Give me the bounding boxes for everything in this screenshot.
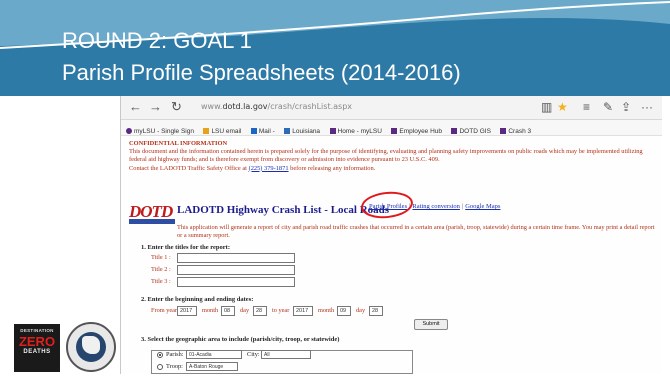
to-year-input[interactable]: 2017 xyxy=(293,306,313,316)
parish-select[interactable]: 01-Acadia xyxy=(186,350,242,359)
favorite-star-icon[interactable]: ★ xyxy=(557,100,568,114)
url-prefix: www. xyxy=(201,102,223,111)
to-day-input[interactable]: 28 xyxy=(369,306,383,316)
refresh-icon[interactable]: ↻ xyxy=(171,99,182,115)
from-year-label: From year xyxy=(151,307,178,314)
slide-title: ROUND 2: GOAL 1 xyxy=(62,28,252,53)
parish-radio[interactable] xyxy=(157,352,163,358)
from-day-input[interactable]: 28 xyxy=(253,306,267,316)
section-dates-heading: 2. Enter the beginning and ending dates: xyxy=(141,296,254,303)
more-icon[interactable]: ··· xyxy=(641,100,653,114)
favorite-label: myLSU - Single Sign xyxy=(134,128,194,135)
favorite-label: LSU email xyxy=(211,128,242,135)
louisiana-icon xyxy=(284,128,291,135)
favorite-item[interactable]: Crash 3 xyxy=(500,124,532,135)
lsu-icon xyxy=(500,128,507,135)
from-day-label: day xyxy=(240,307,250,314)
to-month-input[interactable]: 09 xyxy=(337,306,351,316)
section-area-heading: 3. Select the geographic area to include… xyxy=(141,336,340,343)
address-bar[interactable]: www.dotd.la.gov/crash/crashList.aspx xyxy=(201,102,352,111)
slide-subtitle: Parish Profile Spreadsheets (2014-2016) xyxy=(62,60,461,85)
browser-screenshot: ← → ↻ www.dotd.la.gov/crash/crashList.as… xyxy=(120,96,662,374)
zero-logo-top-text: DESTINATION xyxy=(20,328,54,333)
favorite-item[interactable]: myLSU - Single Sign xyxy=(126,124,194,135)
notes-icon[interactable]: ✎ xyxy=(603,100,613,114)
link-separator: | xyxy=(461,203,464,210)
favorite-item[interactable]: Employee Hub xyxy=(391,124,443,135)
troop-select[interactable]: A-Baton Rouge xyxy=(186,362,238,371)
favorite-item[interactable]: Home - myLSU xyxy=(329,124,382,135)
dotd-logo: DOTD xyxy=(129,202,175,224)
contact-suffix: before releasing any information. xyxy=(290,164,376,172)
zero-logo-bottom-text: DEATHS xyxy=(23,349,51,355)
to-month-label: month xyxy=(318,307,335,314)
favorite-label: Employee Hub xyxy=(399,128,443,135)
lsu-icon xyxy=(329,128,336,135)
confidential-heading: CONFIDENTIAL INFORMATION xyxy=(129,140,228,147)
share-icon[interactable]: ⇪ xyxy=(621,100,631,114)
contact-prefix: Contact the LADOTD Traffic Safety Office… xyxy=(129,164,247,172)
mail-icon xyxy=(250,128,257,135)
title-1-input[interactable] xyxy=(177,253,295,263)
presentation-slide: ROUND 2: GOAL 1 Parish Profile Spreadshe… xyxy=(0,0,670,382)
louisiana-highway-safety-seal xyxy=(66,322,116,372)
louisiana-state-icon xyxy=(82,336,100,354)
favorite-label: Louisiana xyxy=(292,128,321,135)
app-description: This application will generate a report … xyxy=(177,224,655,239)
google-maps-link[interactable]: Google Maps xyxy=(465,203,500,210)
url-path: /crash/crashList.aspx xyxy=(267,102,353,111)
section-titles-heading: 1. Enter the titles for the report: xyxy=(141,244,230,251)
title-1-label: Title 1 : xyxy=(151,254,171,261)
favorite-item[interactable]: DOTD GIS xyxy=(451,124,491,135)
troop-label: Troop: xyxy=(166,363,183,370)
url-domain: dotd.la.gov xyxy=(222,102,268,111)
destination-zero-deaths-logo: DESTINATION ZERO DEATHS xyxy=(14,324,60,372)
title-2-label: Title 2 : xyxy=(151,266,171,273)
title-3-label: Title 3 : xyxy=(151,278,171,285)
favorite-item[interactable]: Louisiana xyxy=(284,124,321,135)
title-3-input[interactable] xyxy=(177,277,295,287)
confidential-notice: CONFIDENTIAL INFORMATION This document a… xyxy=(129,140,657,173)
city-label: City: xyxy=(247,351,260,358)
page-heading: LADOTD Highway Crash List - Local Roads xyxy=(177,204,390,216)
from-year-input[interactable]: 2017 xyxy=(177,306,197,316)
favorites-bar: myLSU - Single Sign LSU email Mail - Lou… xyxy=(121,120,662,136)
rating-conversion-link[interactable]: Rating conversion xyxy=(412,203,459,210)
forward-arrow-icon[interactable]: → xyxy=(149,99,162,114)
favorite-label: Mail - xyxy=(258,128,275,135)
title-2-input[interactable] xyxy=(177,265,295,275)
lsu-icon xyxy=(126,128,132,135)
dotd-logo-bar xyxy=(129,219,175,224)
from-month-input[interactable]: 08 xyxy=(221,306,235,316)
to-day-label: day xyxy=(356,307,366,314)
from-month-label: month xyxy=(202,307,219,314)
reading-view-icon[interactable]: ▥ xyxy=(541,100,552,114)
phone-link[interactable]: (225) 379-1871 xyxy=(249,165,289,172)
lsu-icon xyxy=(391,128,398,135)
confidential-text: This document and the information contai… xyxy=(129,148,643,164)
favorite-item[interactable]: Mail - xyxy=(250,124,275,135)
browser-toolbar: ← → ↻ www.dotd.la.gov/crash/crashList.as… xyxy=(121,96,662,120)
to-year-label: to year xyxy=(272,307,290,314)
troop-radio[interactable] xyxy=(157,364,163,370)
footer-logos: DESTINATION ZERO DEATHS xyxy=(14,322,120,378)
city-select[interactable]: All xyxy=(261,350,311,359)
lsu-icon xyxy=(451,128,458,135)
hub-icon[interactable]: ≡ xyxy=(583,100,590,114)
back-arrow-icon[interactable]: ← xyxy=(129,99,142,114)
favorite-label: Crash 3 xyxy=(508,128,532,135)
zero-logo-main-text: ZERO xyxy=(18,334,56,349)
lsu-icon xyxy=(203,128,210,135)
favorite-label: DOTD GIS xyxy=(459,128,491,135)
favorite-item[interactable]: LSU email xyxy=(203,124,242,135)
favorite-label: Home - myLSU xyxy=(337,128,382,135)
submit-button[interactable]: Submit xyxy=(414,319,448,330)
confidential-contact: Contact the LADOTD Traffic Safety Office… xyxy=(129,165,657,173)
parish-label: Parish: xyxy=(166,351,184,358)
